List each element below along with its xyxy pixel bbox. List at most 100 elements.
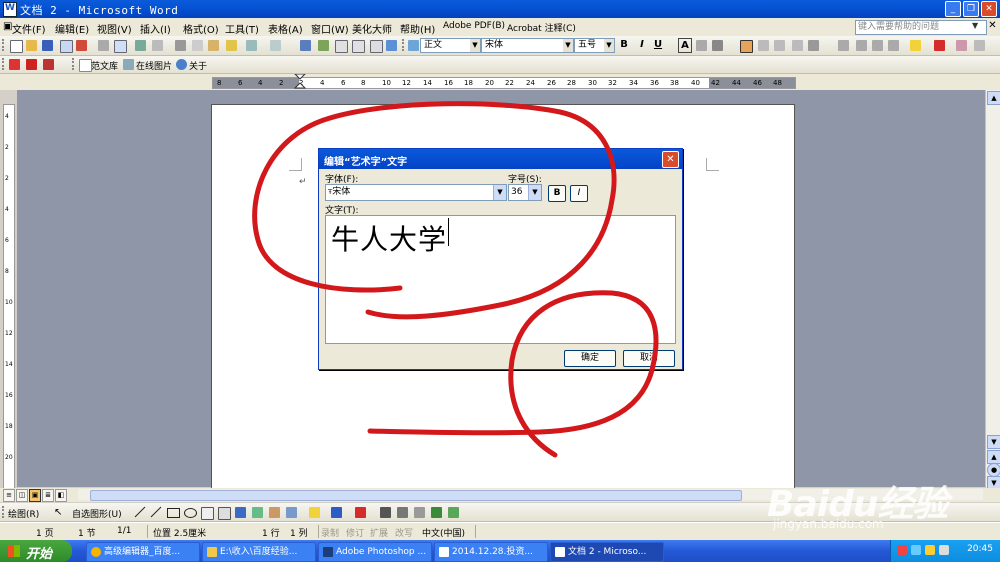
- menu-insert[interactable]: 插入(I): [140, 21, 171, 36]
- task-word-doc[interactable]: 2014.12.28.投资...: [434, 542, 548, 562]
- task-browser[interactable]: 高级编辑器_百度...: [86, 542, 200, 562]
- increase-indent-icon[interactable]: [888, 40, 899, 51]
- drawing-icon[interactable]: [386, 40, 397, 51]
- task-explorer[interactable]: E:\收入\百度经验...: [202, 542, 316, 562]
- scroll-thumb[interactable]: [90, 490, 742, 501]
- pdf-email-icon[interactable]: [26, 59, 37, 70]
- enclose-char-icon[interactable]: [974, 40, 985, 51]
- print-icon[interactable]: [98, 40, 109, 51]
- draw-menu-button[interactable]: 绘图(R): [8, 507, 39, 520]
- horizontal-ruler[interactable]: 8 6 4 2 2 4 6 8 10 12 14 16 18 20 22 24 26 28 30 32 34 36 38 40…: [0, 74, 1000, 90]
- about-button[interactable]: 关于: [189, 59, 207, 72]
- open-folder-icon[interactable]: [26, 40, 37, 51]
- columns-icon[interactable]: [370, 40, 383, 53]
- highlight-icon[interactable]: [910, 40, 921, 51]
- permission-icon[interactable]: [60, 40, 73, 53]
- print-preview-icon[interactable]: [114, 40, 127, 53]
- cut-icon[interactable]: [175, 40, 186, 51]
- menu-edit[interactable]: 编辑(E): [55, 21, 89, 36]
- online-image-icon[interactable]: [123, 59, 134, 70]
- tray-app-icon[interactable]: [897, 545, 907, 555]
- vertical-textbox-icon[interactable]: [218, 507, 231, 520]
- copy-icon[interactable]: [192, 40, 203, 51]
- menu-file[interactable]: 文件(F): [12, 21, 46, 36]
- dialog-font-select[interactable]: Ŧ宋体 ▼: [325, 184, 507, 201]
- tray-network-icon[interactable]: [911, 545, 921, 555]
- numbering-icon[interactable]: [838, 40, 849, 51]
- chevron-down-icon[interactable]: ▼: [972, 21, 978, 30]
- word-app-icon[interactable]: [3, 2, 17, 17]
- dash-style-icon[interactable]: [397, 507, 408, 518]
- minimize-icon[interactable]: _: [945, 1, 961, 17]
- bold-button[interactable]: B: [618, 38, 630, 51]
- tables-borders-icon[interactable]: [318, 40, 329, 51]
- chevron-down-icon[interactable]: ▼: [493, 185, 506, 200]
- toolbar-grip[interactable]: [2, 39, 7, 51]
- reading-view-icon[interactable]: ◧: [55, 489, 67, 502]
- line-color-icon[interactable]: [331, 507, 342, 518]
- line-spacing-icon[interactable]: [808, 40, 819, 51]
- pdf-review-icon[interactable]: [43, 59, 54, 70]
- dialog-italic-button[interactable]: I: [570, 185, 588, 202]
- prev-page-icon[interactable]: ▲: [987, 450, 1000, 464]
- undo-icon[interactable]: [246, 40, 257, 51]
- arrow-tool-icon[interactable]: [150, 506, 162, 518]
- bullets-icon[interactable]: [856, 40, 867, 51]
- diagram-icon[interactable]: [252, 507, 263, 518]
- char-scale-icon[interactable]: [712, 40, 723, 51]
- font-select[interactable]: 宋体 ▼: [481, 38, 574, 53]
- line-style-icon[interactable]: [380, 507, 391, 518]
- online-image-button[interactable]: 在线图片: [136, 59, 172, 72]
- autoshapes-button[interactable]: 自选图形(U): [72, 507, 122, 520]
- normal-view-icon[interactable]: ≡: [3, 489, 15, 502]
- help-search-input[interactable]: 键入需要帮助的问题: [855, 20, 987, 35]
- browse-object-icon[interactable]: ●: [987, 463, 1000, 477]
- close-icon[interactable]: ✕: [981, 1, 997, 17]
- cancel-button[interactable]: 取消: [623, 350, 675, 367]
- toolbar-grip[interactable]: [72, 58, 77, 70]
- shadow-style-icon[interactable]: [431, 507, 442, 518]
- font-size-select[interactable]: 五号 ▼: [574, 38, 615, 53]
- menu-acrobat-comments[interactable]: Acrobat 注释(C): [507, 21, 576, 34]
- tray-security-icon[interactable]: [925, 545, 935, 555]
- textbox-icon[interactable]: [201, 507, 214, 520]
- phonetic-icon[interactable]: [956, 40, 967, 51]
- align-right-icon[interactable]: [774, 40, 785, 51]
- menu-tools[interactable]: 工具(T): [225, 21, 259, 36]
- justify-icon[interactable]: [792, 40, 803, 51]
- fill-color-icon[interactable]: [309, 507, 320, 518]
- menu-help[interactable]: 帮助(H): [400, 21, 435, 36]
- text-color-icon[interactable]: [355, 507, 366, 518]
- restore-icon[interactable]: ❐: [963, 1, 979, 17]
- fanwenku-button[interactable]: 范文库: [91, 59, 118, 72]
- format-painter-icon[interactable]: [226, 40, 237, 51]
- vertical-scrollbar[interactable]: ▲ ▼ ▲ ● ▼: [985, 90, 1000, 490]
- new-document-icon[interactable]: [10, 40, 23, 53]
- insert-table-icon[interactable]: [335, 40, 348, 53]
- italic-button[interactable]: I: [636, 38, 648, 51]
- dialog-bold-button[interactable]: B: [548, 185, 566, 202]
- toolbar-grip[interactable]: [2, 58, 7, 70]
- wordart-icon[interactable]: [235, 507, 246, 518]
- oval-tool-icon[interactable]: [184, 508, 197, 518]
- decrease-indent-icon[interactable]: [872, 40, 883, 51]
- underline-button[interactable]: U: [652, 38, 664, 51]
- line-tool-icon[interactable]: [134, 506, 146, 518]
- status-extend[interactable]: 扩展: [370, 526, 388, 539]
- pdf-icon[interactable]: [76, 40, 87, 51]
- task-photoshop[interactable]: Adobe Photoshop ...: [318, 542, 432, 562]
- char-shading-icon[interactable]: [696, 40, 707, 51]
- menu-adobe-pdf[interactable]: Adobe PDF(B): [443, 21, 505, 31]
- menu-view[interactable]: 视图(V): [97, 21, 132, 36]
- menu-format[interactable]: 格式(O): [183, 21, 219, 36]
- outline-view-icon[interactable]: ≣: [42, 489, 54, 502]
- research-icon[interactable]: [152, 40, 163, 51]
- 3d-style-icon[interactable]: [448, 507, 459, 518]
- clipart-icon[interactable]: [269, 507, 280, 518]
- font-color-icon[interactable]: [934, 40, 945, 51]
- wordart-text-input[interactable]: 牛人大学: [325, 215, 676, 344]
- dialog-close-icon[interactable]: ✕: [662, 151, 679, 168]
- print-layout-icon[interactable]: ▣: [29, 489, 41, 502]
- align-center-icon[interactable]: [758, 40, 769, 51]
- select-objects-icon[interactable]: ↖: [54, 507, 62, 518]
